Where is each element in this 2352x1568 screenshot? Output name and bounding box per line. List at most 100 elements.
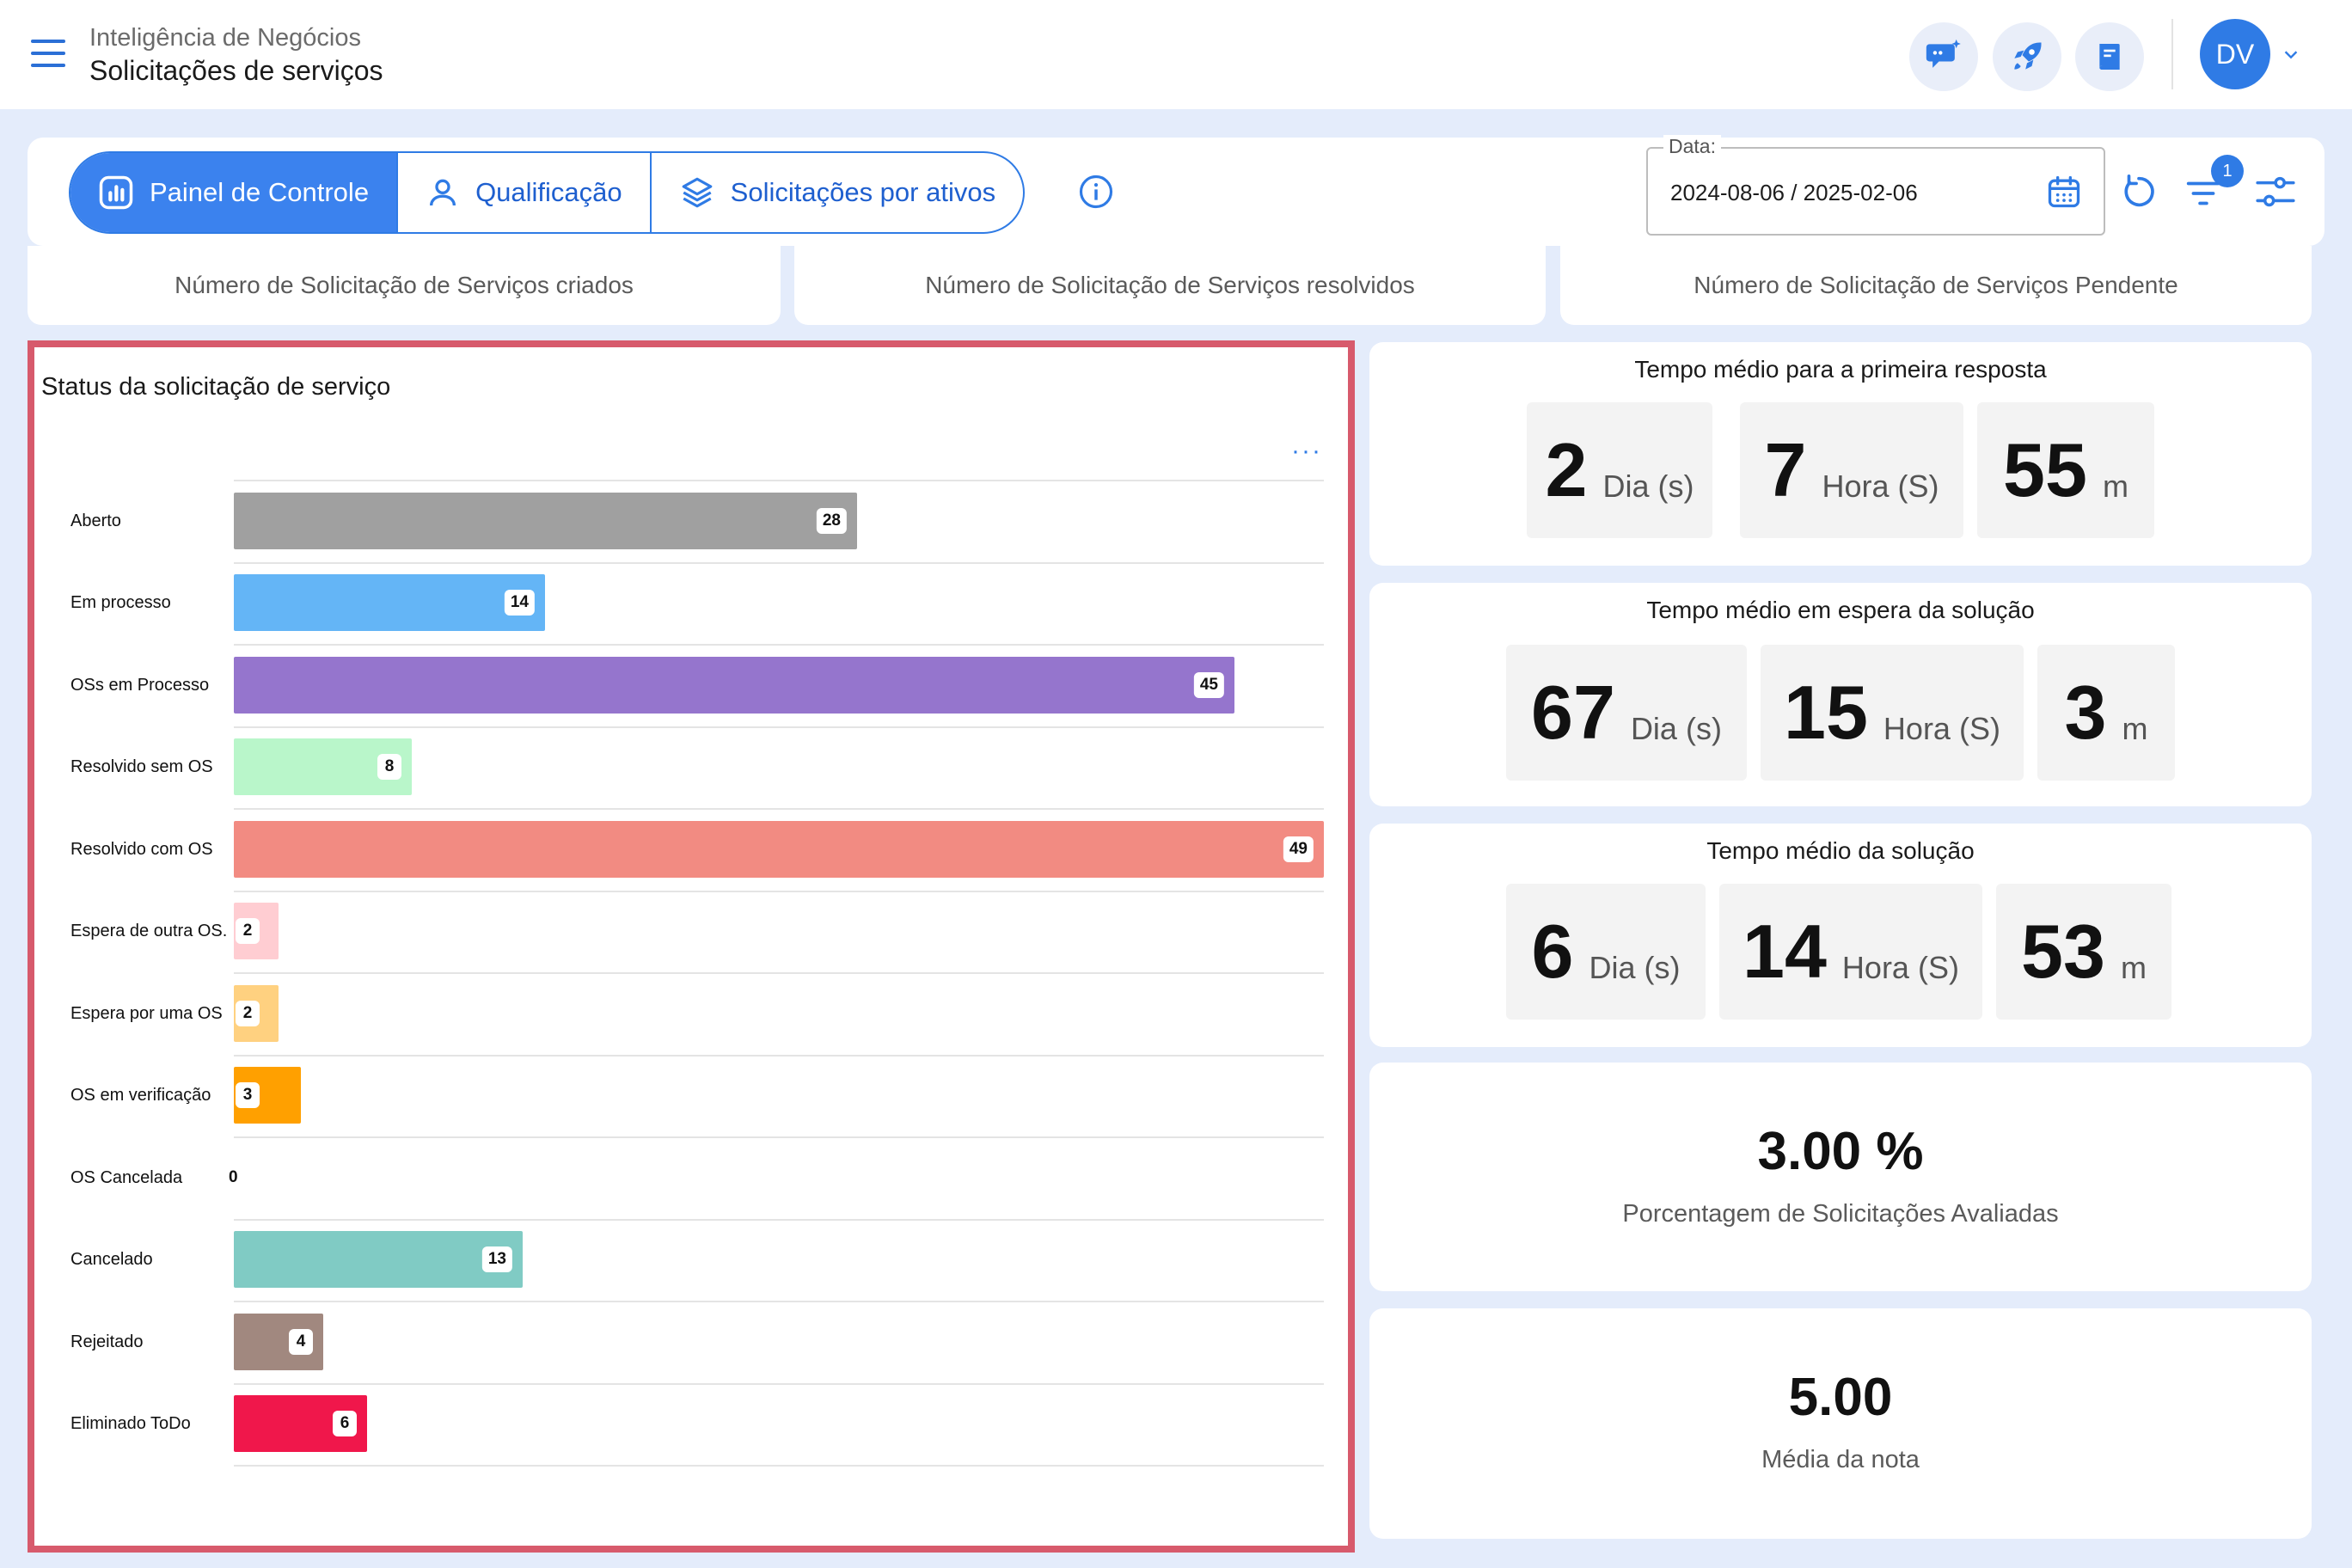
more-options-icon[interactable]: ··· [1291,437,1322,466]
date-field-label: Data: [1663,135,1721,158]
filter-count-badge: 1 [2211,155,2244,187]
metric-title: Tempo médio da solução [1706,837,1975,864]
count-card-label: Número de Solicitação de Serviços Penden… [1694,272,2178,298]
average-score-caption: Média da nota [1761,1446,1920,1473]
chart-gridline [234,1301,1324,1302]
avatar[interactable]: DV [2200,19,2270,89]
count-card-created: Número de Solicitação de Serviços criado… [28,246,781,325]
minutes-value: 53 [2021,909,2105,994]
chevron-down-icon[interactable] [2282,45,2300,68]
hours-value: 15 [1784,670,1868,755]
hours-unit: Hora (S) [1841,950,1959,985]
refresh-icon[interactable] [2119,172,2159,216]
chart-category-label: Cancelado [70,1250,153,1269]
hours-box: 15 Hora (S) [1761,645,2024,781]
header-divider [2171,19,2173,89]
chart-data-label: 2 [236,1001,260,1026]
tab-label: Qualificação [475,177,622,207]
menu-icon[interactable] [31,40,65,69]
chart-data-label: 49 [1283,836,1314,862]
info-icon[interactable] [1078,174,1114,214]
chart-gridline [234,1219,1324,1221]
days-box: 67 Dia (s) [1506,645,1747,781]
days-unit: Dia (s) [1630,711,1722,746]
chart-data-label: 8 [377,754,401,780]
chart-bar[interactable] [234,821,1324,878]
chart-category-label: Espera por uma OS [70,1004,223,1023]
minutes-value: 55 [2003,427,2087,512]
chart-data-label: 28 [816,508,847,534]
days-box: 2 Dia (s) [1527,402,1712,538]
count-card-pending: Número de Solicitação de Serviços Penden… [1560,246,2312,325]
chart-category-label: Resolvido sem OS [70,757,213,776]
tab-label: Solicitações por ativos [730,177,996,207]
days-value: 67 [1531,670,1615,755]
count-card-label: Número de Solicitação de Serviços resolv… [925,272,1415,298]
days-unit: Dia (s) [1602,469,1694,504]
hours-box: 14 Hora (S) [1719,884,1982,1020]
metric-card-first-response: Tempo médio para a primeira resposta 2 D… [1369,342,2312,566]
hours-value: 14 [1743,909,1827,994]
days-box: 6 Dia (s) [1506,884,1706,1020]
chart-category-label: Eliminado ToDo [70,1414,191,1433]
metric-title: Tempo médio para a primeira resposta [1634,356,2047,383]
tab-bar: Painel de Controle Qualificação Solicita… [69,151,1026,234]
chart-category-label: OSs em Processo [70,676,210,695]
page-title: Solicitações de serviços [89,55,383,86]
metric-card-waiting: Tempo médio em espera da solução 67 Dia … [1369,583,2312,806]
sliders-icon[interactable] [2254,170,2297,217]
date-range-value[interactable]: 2024-08-06 / 2025-02-06 [1670,180,1918,206]
metric-title: Tempo médio em espera da solução [1646,597,2035,623]
layers-icon [682,177,712,208]
evaluated-percent-caption: Porcentagem de Solicitações Avaliadas [1622,1200,2059,1228]
evaluated-percent-value: 3.00 % [1757,1122,1924,1181]
chart-gridline [234,1136,1324,1138]
minutes-value: 3 [2064,670,2107,755]
chart-data-label: 2 [236,918,260,944]
chart-data-label: 14 [504,590,535,616]
chart-data-label: 13 [481,1246,512,1272]
average-score-value: 5.00 [1788,1368,1893,1427]
tab-solicitacoes-por-ativos[interactable]: Solicitações por ativos [649,153,1023,232]
chart-gridline [234,1465,1324,1467]
tab-label: Painel de Controle [150,177,370,207]
chart-gridline [234,644,1324,646]
chart-bar[interactable] [234,1231,523,1288]
date-range-field[interactable]: Data: 2024-08-06 / 2025-02-06 [1646,135,2105,236]
chart-gridline [234,480,1324,481]
breadcrumb-parent[interactable]: Inteligência de Negócios [89,24,361,52]
metric-card-solution: Tempo médio da solução 6 Dia (s) 14 Hora… [1369,824,2312,1047]
hours-box: 7 Hora (S) [1740,402,1963,538]
chart-category-label: Espera de outra OS. [70,922,228,940]
chart-gridline [234,1055,1324,1057]
metric-card-average-score: 5.00 Média da nota [1369,1308,2312,1539]
chart-bar[interactable] [234,493,857,549]
chat-icon[interactable] [1909,22,1978,91]
chart-gridline [234,972,1324,974]
chart-icon [99,175,133,210]
count-card-resolved: Número de Solicitação de Serviços resolv… [794,246,1546,325]
user-icon [430,179,456,206]
book-icon[interactable] [2075,22,2144,91]
chart-bar[interactable] [234,574,545,631]
chart-data-label: 45 [1193,672,1224,698]
count-card-label: Número de Solicitação de Serviços criado… [175,272,634,298]
metric-card-evaluated-percent: 3.00 % Porcentagem de Solicitações Avali… [1369,1063,2312,1291]
toolbar: Painel de Controle Qualificação Solicita… [28,135,2324,246]
days-value: 2 [1545,427,1588,512]
tab-painel-de-controle[interactable]: Painel de Controle [70,153,397,232]
minutes-box: 3 m [2037,645,2175,781]
chart-data-label: 6 [333,1411,357,1436]
chart-category-label: Resolvido com OS [70,840,213,859]
chart-data-label: 4 [289,1329,313,1355]
chart-bar[interactable] [234,657,1234,714]
rocket-icon[interactable] [1993,22,2061,91]
chart-category-label: Aberto [70,511,121,530]
chart-title: Status da solicitação de serviço [41,373,391,401]
chart-data-label: 0 [229,1168,238,1186]
chart-gridline [234,891,1324,892]
tab-qualificacao[interactable]: Qualificação [396,153,650,232]
minutes-box: 53 m [1996,884,2171,1020]
calendar-icon[interactable] [2045,173,2083,215]
chart-gridline [234,726,1324,728]
